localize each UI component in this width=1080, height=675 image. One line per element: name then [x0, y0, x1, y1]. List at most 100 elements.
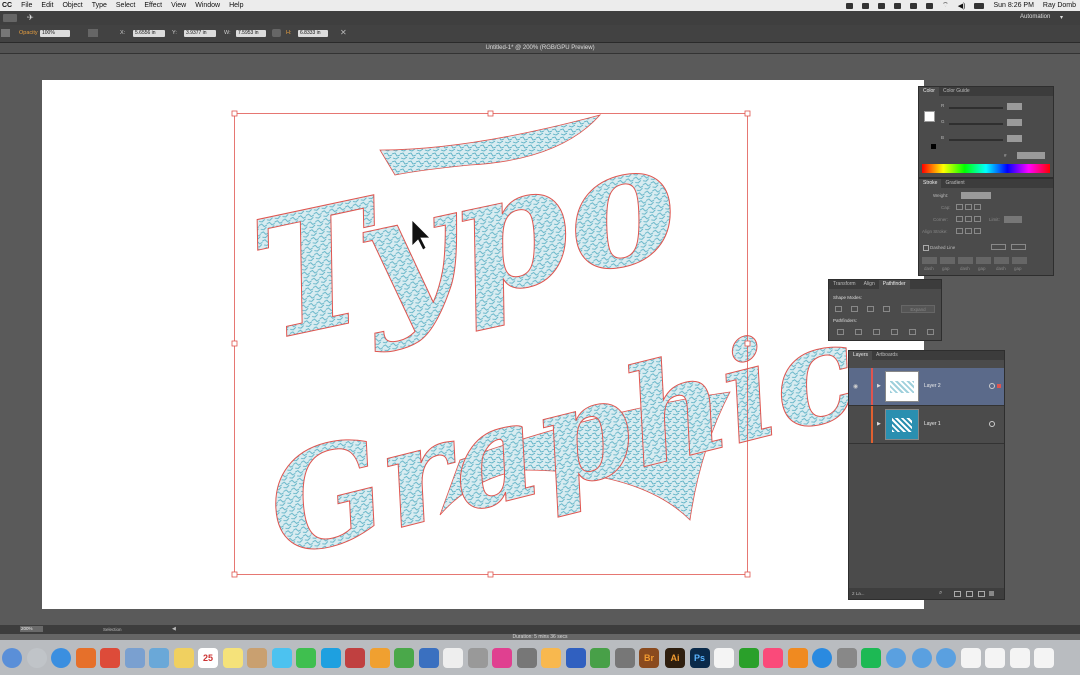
- intersect-button[interactable]: [867, 306, 874, 312]
- dashed-line-checkbox[interactable]: [923, 245, 929, 251]
- mail-icon[interactable]: [124, 648, 145, 668]
- corner-round-button[interactable]: [965, 216, 972, 222]
- current-tool[interactable]: Selection: [103, 627, 122, 632]
- tab-align[interactable]: Align: [860, 280, 879, 289]
- quickbooks-icon[interactable]: [738, 648, 759, 668]
- dash-preserve-button[interactable]: [991, 244, 1006, 250]
- layer-row-layer-2[interactable]: ◉ ▶ Layer 2: [849, 368, 1004, 406]
- photoshop-icon[interactable]: Ps: [689, 648, 710, 668]
- cap-round-button[interactable]: [965, 204, 972, 210]
- layer-name[interactable]: Layer 1: [924, 421, 941, 427]
- tab-pathfinder[interactable]: Pathfinder: [878, 280, 910, 289]
- app-store-icon[interactable]: [812, 648, 832, 668]
- limit-field[interactable]: [1004, 216, 1022, 223]
- gap-field-1[interactable]: [940, 257, 955, 264]
- safari-icon[interactable]: [51, 648, 71, 668]
- textedit-icon[interactable]: [443, 648, 463, 668]
- new-sublayer-icon[interactable]: [966, 591, 973, 597]
- expand-arrow-icon[interactable]: ▶: [877, 383, 881, 389]
- corner-miter-button[interactable]: [956, 216, 963, 222]
- g-slider[interactable]: [949, 123, 1003, 125]
- facetime-icon[interactable]: [296, 648, 316, 668]
- weight-field[interactable]: [961, 192, 991, 199]
- tab-artboards[interactable]: Artboards: [872, 351, 902, 360]
- trim-button[interactable]: [855, 329, 862, 335]
- crop-button[interactable]: [891, 329, 898, 335]
- system-preferences-icon[interactable]: [836, 648, 857, 668]
- expand-arrow-icon[interactable]: ▶: [877, 421, 881, 427]
- layer-name[interactable]: Layer 2: [924, 383, 941, 389]
- illustrator-icon[interactable]: Ai: [665, 648, 685, 668]
- script-editor-icon[interactable]: [467, 648, 488, 668]
- target-icon[interactable]: [989, 383, 995, 389]
- dash-field-1[interactable]: [922, 257, 937, 264]
- chrome-icon[interactable]: [100, 648, 120, 668]
- ibooks-icon[interactable]: [787, 648, 808, 668]
- dash-field-2[interactable]: [958, 257, 973, 264]
- black-swatch[interactable]: [931, 144, 936, 149]
- exclude-button[interactable]: [883, 306, 890, 312]
- unite-button[interactable]: [835, 306, 842, 312]
- skype-icon[interactable]: [320, 648, 341, 668]
- cap-butt-button[interactable]: [956, 204, 963, 210]
- maps-icon[interactable]: [590, 648, 610, 668]
- numbers-icon[interactable]: [394, 648, 414, 668]
- notes-icon[interactable]: [173, 648, 194, 668]
- b-slider[interactable]: [949, 139, 1003, 141]
- hex-field[interactable]: [1017, 152, 1045, 159]
- zoom-field[interactable]: 200%: [20, 626, 43, 632]
- tab-layers[interactable]: Layers: [849, 351, 873, 360]
- document-icon[interactable]: [714, 648, 734, 668]
- r-value-field[interactable]: [1007, 103, 1022, 110]
- launchpad-icon[interactable]: [26, 648, 47, 668]
- fill-swatch[interactable]: [924, 111, 935, 122]
- folder-icon[interactable]: [936, 648, 956, 668]
- cap-square-button[interactable]: [974, 204, 981, 210]
- new-layer-icon[interactable]: [978, 591, 985, 597]
- finder-icon[interactable]: [2, 648, 22, 668]
- photos-icon[interactable]: [541, 648, 561, 668]
- layer-row-layer-1[interactable]: ▶ Layer 1: [849, 406, 1004, 444]
- minus-back-button[interactable]: [927, 329, 934, 335]
- document-icon[interactable]: [1009, 648, 1030, 668]
- document-icon[interactable]: [1034, 648, 1054, 668]
- dash-align-button[interactable]: [1011, 244, 1026, 250]
- align-outside-button[interactable]: [974, 228, 981, 234]
- screenshot-icon[interactable]: [516, 648, 537, 668]
- dash-field-3[interactable]: [994, 257, 1009, 264]
- gap-field-2[interactable]: [976, 257, 991, 264]
- photo-booth-icon[interactable]: [345, 648, 365, 668]
- firefox-icon[interactable]: [75, 648, 96, 668]
- trash-icon[interactable]: [989, 591, 994, 596]
- contacts-icon[interactable]: [247, 648, 267, 668]
- target-icon[interactable]: [989, 421, 995, 427]
- divide-button[interactable]: [837, 329, 844, 335]
- scroll-left-icon[interactable]: ◀: [172, 626, 176, 632]
- vpn-icon[interactable]: [565, 648, 586, 668]
- align-inside-button[interactable]: [965, 228, 972, 234]
- gap-field-3[interactable]: [1012, 257, 1027, 264]
- folder-icon[interactable]: [885, 648, 906, 668]
- tab-gradient[interactable]: Gradient: [941, 179, 968, 188]
- outline-button[interactable]: [909, 329, 916, 335]
- color-spectrum[interactable]: [922, 164, 1050, 173]
- folder-icon[interactable]: [911, 648, 932, 668]
- expand-button[interactable]: Expand: [901, 305, 935, 313]
- preview-icon[interactable]: [149, 648, 169, 668]
- visibility-eye-icon[interactable]: ◉: [853, 383, 858, 390]
- minus-front-button[interactable]: [851, 306, 858, 312]
- spotify-icon[interactable]: [861, 648, 881, 668]
- merge-button[interactable]: [873, 329, 880, 335]
- keynote-icon[interactable]: [418, 648, 439, 668]
- document-icon[interactable]: [960, 648, 981, 668]
- pages-icon[interactable]: [369, 648, 390, 668]
- bridge-icon[interactable]: Br: [639, 648, 659, 668]
- locate-object-icon[interactable]: ⌕: [939, 590, 942, 597]
- align-center-button[interactable]: [956, 228, 963, 234]
- tab-color-guide[interactable]: Color Guide: [939, 87, 974, 96]
- g-value-field[interactable]: [1007, 119, 1022, 126]
- tab-transform[interactable]: Transform: [829, 280, 860, 289]
- calendar-icon[interactable]: 25: [198, 648, 218, 668]
- color-wheel-icon[interactable]: [492, 648, 512, 668]
- tab-stroke[interactable]: Stroke: [919, 179, 942, 188]
